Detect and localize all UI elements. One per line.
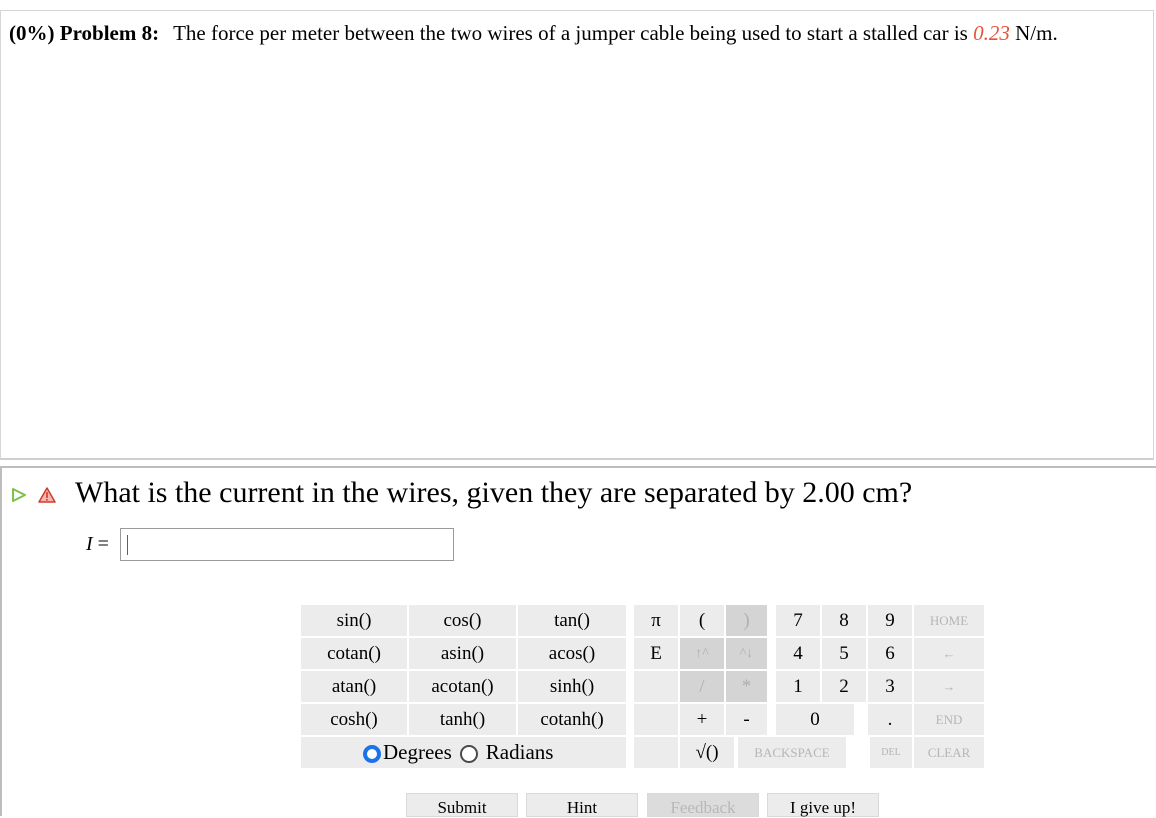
key-blank-3	[633, 736, 679, 769]
answer-variable: I	[86, 533, 93, 555]
answer-equals: =	[92, 533, 109, 555]
submit-button[interactable]: Submit	[406, 793, 518, 817]
key-5[interactable]: 5	[821, 637, 867, 670]
key-sinh[interactable]: sinh()	[517, 670, 627, 703]
warning-icon	[38, 487, 56, 503]
answer-variable-label: I =	[86, 533, 109, 556]
key-home[interactable]: HOME	[913, 604, 985, 637]
key-6[interactable]: 6	[867, 637, 913, 670]
degrees-label: Degrees	[383, 740, 452, 764]
key-cos[interactable]: cos()	[408, 604, 517, 637]
key-left-arrow[interactable]: ←	[913, 637, 985, 670]
hint-button[interactable]: Hint	[526, 793, 638, 817]
key-sqrt[interactable]: √()	[679, 736, 735, 769]
key-7[interactable]: 7	[775, 604, 821, 637]
key-blank-1	[633, 670, 679, 703]
feedback-button[interactable]: Feedback	[647, 793, 759, 817]
key-3[interactable]: 3	[867, 670, 913, 703]
key-divide[interactable]: /	[679, 670, 725, 703]
key-clear[interactable]: CLEAR	[913, 736, 985, 769]
key-acos[interactable]: acos()	[517, 637, 627, 670]
radians-label: Radians	[485, 740, 554, 764]
key-tan[interactable]: tan()	[517, 604, 627, 637]
problem-statement: (0%) Problem 8: The force per meter betwe…	[9, 21, 1058, 46]
problem-force-value: 0.23	[973, 21, 1010, 45]
key-8[interactable]: 8	[821, 604, 867, 637]
key-0[interactable]: 0	[775, 703, 855, 736]
key-open-paren[interactable]: (	[679, 604, 725, 637]
key-2[interactable]: 2	[821, 670, 867, 703]
answer-input[interactable]	[120, 528, 454, 561]
key-asin[interactable]: asin()	[408, 637, 517, 670]
key-plus[interactable]: +	[679, 703, 725, 736]
degrees-radio[interactable]	[363, 744, 381, 763]
key-down-arrow[interactable]: ^↓	[725, 637, 768, 670]
key-multiply[interactable]: *	[725, 670, 768, 703]
key-pi[interactable]: π	[633, 604, 679, 637]
key-e[interactable]: E	[633, 637, 679, 670]
key-cotanh[interactable]: cotanh()	[517, 703, 627, 736]
key-minus[interactable]: -	[725, 703, 768, 736]
key-dot[interactable]: .	[867, 703, 913, 736]
problem-text-before: The force per meter between the two wire…	[173, 21, 974, 45]
key-blank-2	[633, 703, 679, 736]
problem-text-after: N/m.	[1009, 21, 1058, 45]
key-del[interactable]: DEL	[869, 736, 913, 769]
key-atan[interactable]: atan()	[300, 670, 408, 703]
play-icon[interactable]	[11, 487, 27, 503]
key-4[interactable]: 4	[775, 637, 821, 670]
problem-statement-panel: (0%) Problem 8: The force per meter betwe…	[0, 10, 1154, 460]
key-cotan[interactable]: cotan()	[300, 637, 408, 670]
problem-number: Problem 8:	[59, 21, 160, 45]
key-tanh[interactable]: tanh()	[408, 703, 517, 736]
key-cosh[interactable]: cosh()	[300, 703, 408, 736]
angle-mode-selector: Degrees Radians	[300, 736, 627, 769]
key-close-paren[interactable]: )	[725, 604, 768, 637]
radians-radio[interactable]	[459, 744, 478, 763]
key-1[interactable]: 1	[775, 670, 821, 703]
key-right-arrow[interactable]: →	[913, 670, 985, 703]
key-up-arrow[interactable]: ↑^	[679, 637, 725, 670]
question-text: What is the current in the wires, given …	[75, 476, 913, 509]
give-up-button[interactable]: I give up!	[767, 793, 879, 817]
key-acotan[interactable]: acotan()	[408, 670, 517, 703]
key-backspace[interactable]: BACKSPACE	[737, 736, 847, 769]
text-cursor	[127, 535, 128, 555]
problem-percent: (0%)	[9, 21, 55, 45]
key-end[interactable]: END	[913, 703, 985, 736]
key-9[interactable]: 9	[867, 604, 913, 637]
key-sin[interactable]: sin()	[300, 604, 408, 637]
